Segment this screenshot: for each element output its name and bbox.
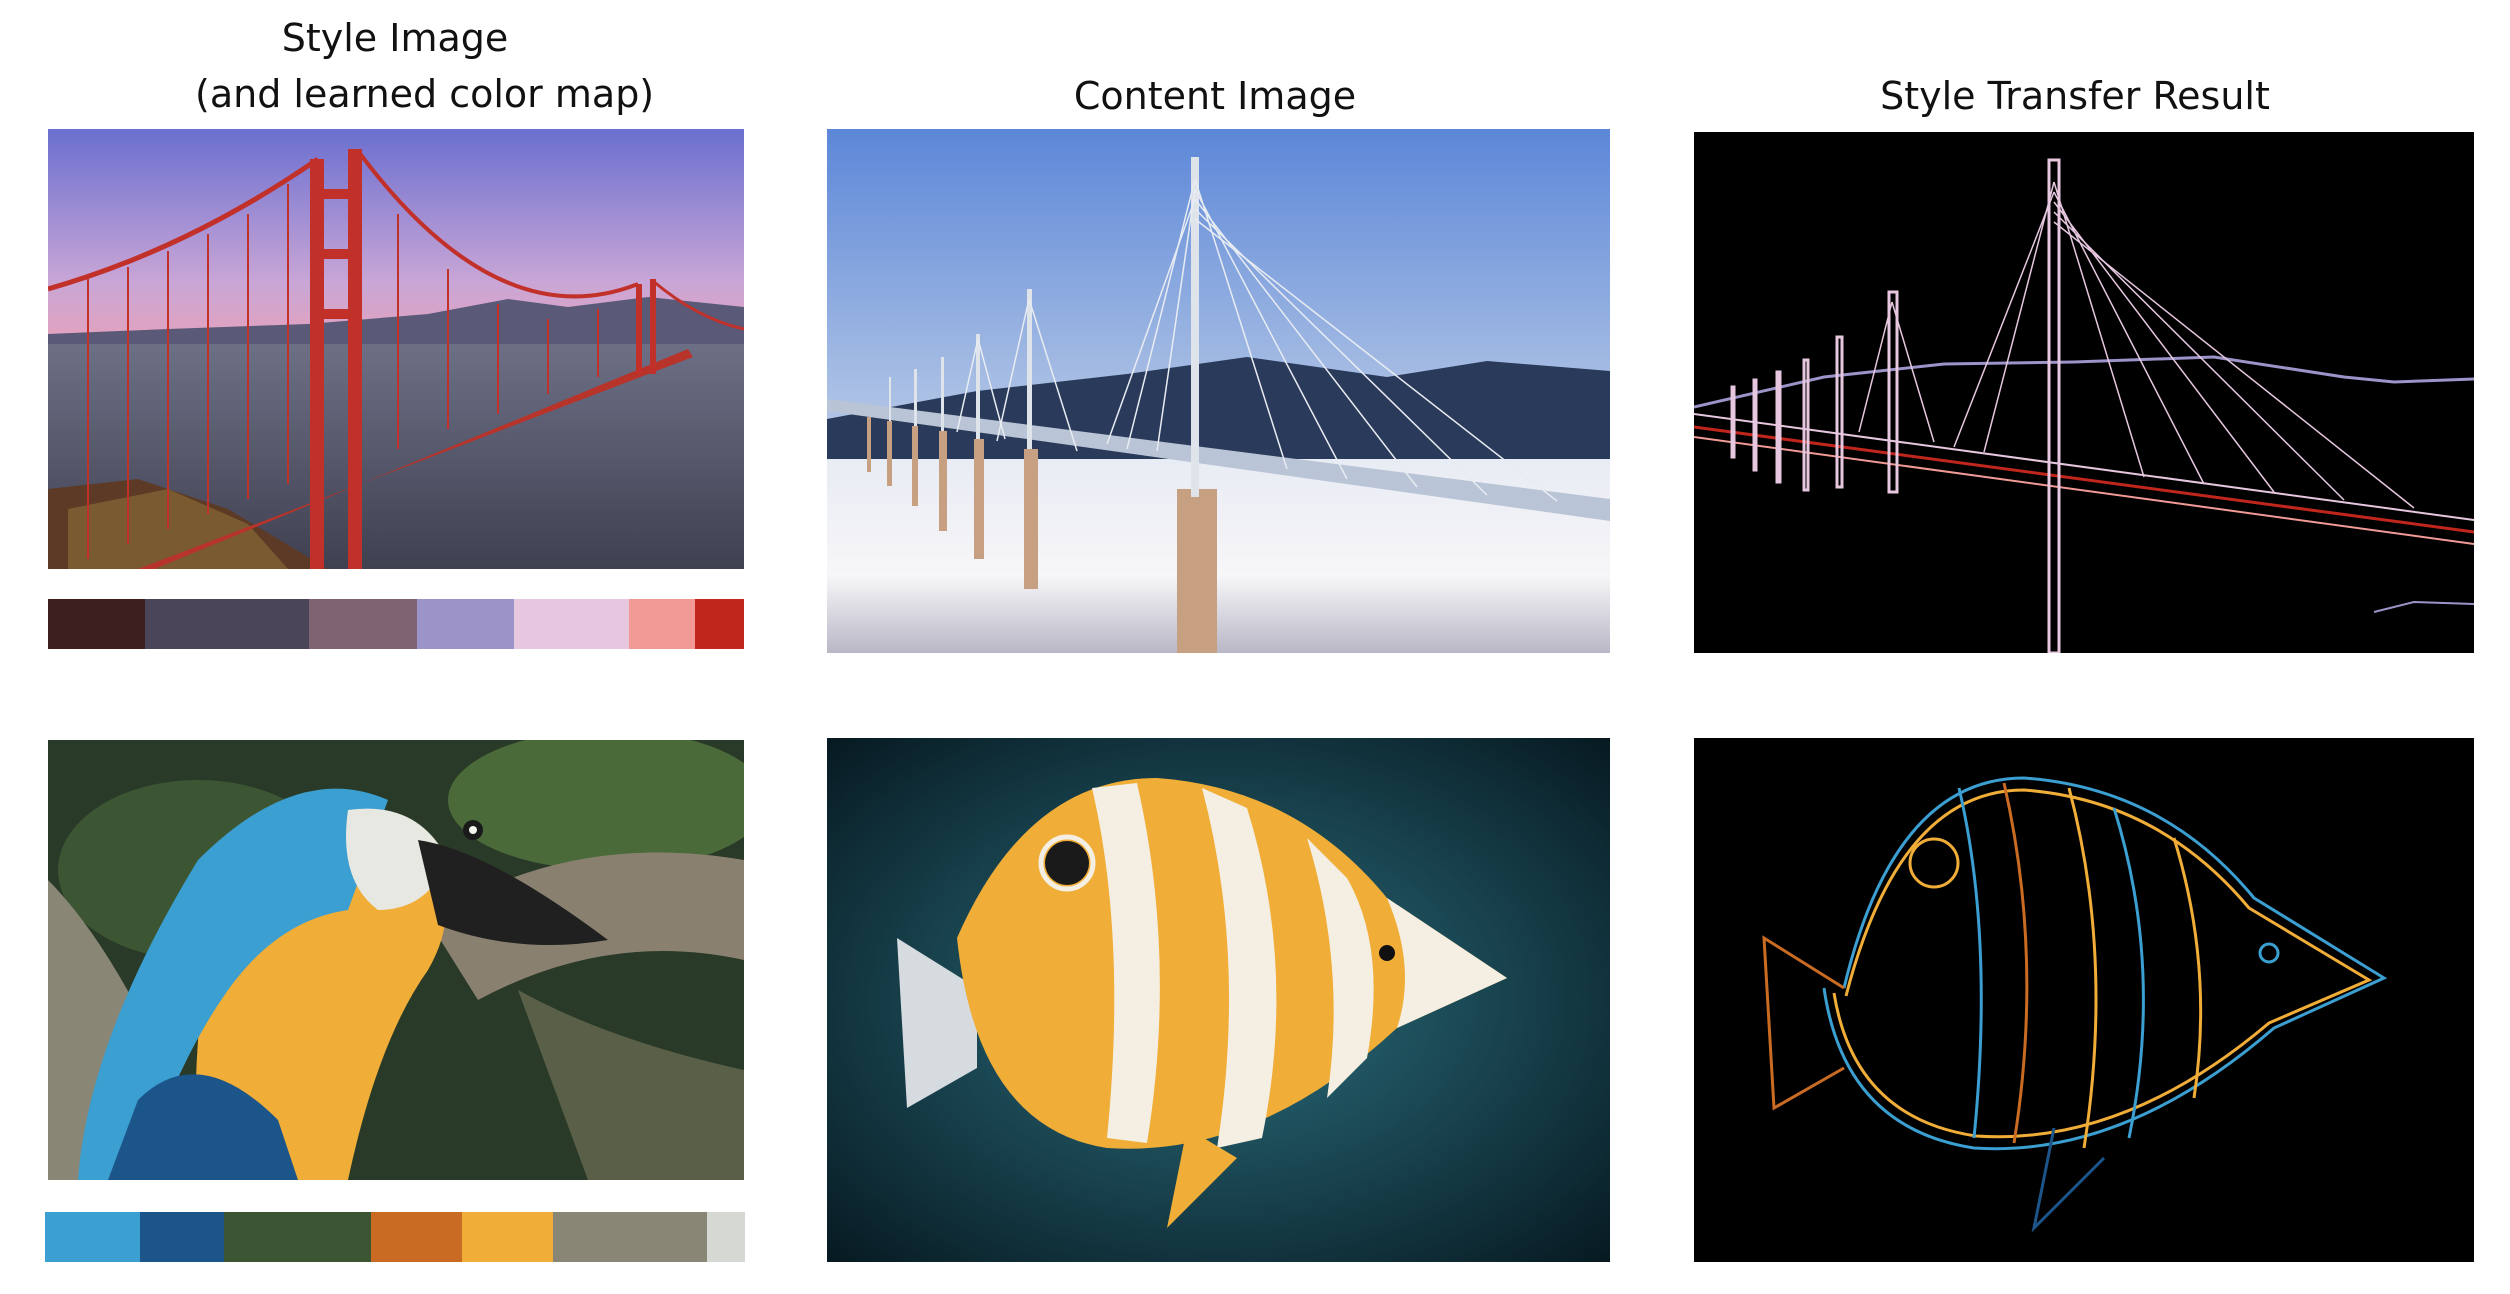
- content-image-butterflyfish: [827, 738, 1610, 1262]
- content-image-viaduct: [827, 129, 1610, 653]
- style-image-golden-gate: [48, 129, 744, 569]
- color-swatch-1: [48, 599, 146, 649]
- content-image-title: Content Image: [1073, 74, 1357, 118]
- color-swatch-6: [629, 599, 696, 649]
- color-swatch-4: [416, 599, 515, 649]
- color-swatch-1: [45, 1212, 140, 1262]
- style-transfer-result-viaduct: [1694, 132, 2474, 653]
- result-title: Style Transfer Result: [1880, 74, 2270, 118]
- style-image-title-line1: Style Image: [281, 16, 509, 60]
- color-swatch-4: [370, 1212, 462, 1262]
- color-swatch-5: [514, 599, 630, 649]
- style-image-title-line2: (and learned color map): [195, 72, 655, 116]
- color-swatch-5: [461, 1212, 553, 1262]
- color-swatch-2: [145, 599, 309, 649]
- style-image-macaw: [48, 740, 744, 1180]
- color-swatch-7: [706, 1212, 745, 1262]
- color-swatch-3: [223, 1212, 371, 1262]
- learned-color-map-1: [48, 599, 744, 649]
- color-swatch-6: [552, 1212, 707, 1262]
- style-transfer-result-butterflyfish: [1694, 738, 2474, 1262]
- color-swatch-7: [695, 599, 744, 649]
- learned-color-map-2: [45, 1212, 745, 1262]
- color-swatch-2: [139, 1212, 224, 1262]
- style-image-title: Style Image (and learned color map): [195, 10, 655, 122]
- color-swatch-3: [309, 599, 417, 649]
